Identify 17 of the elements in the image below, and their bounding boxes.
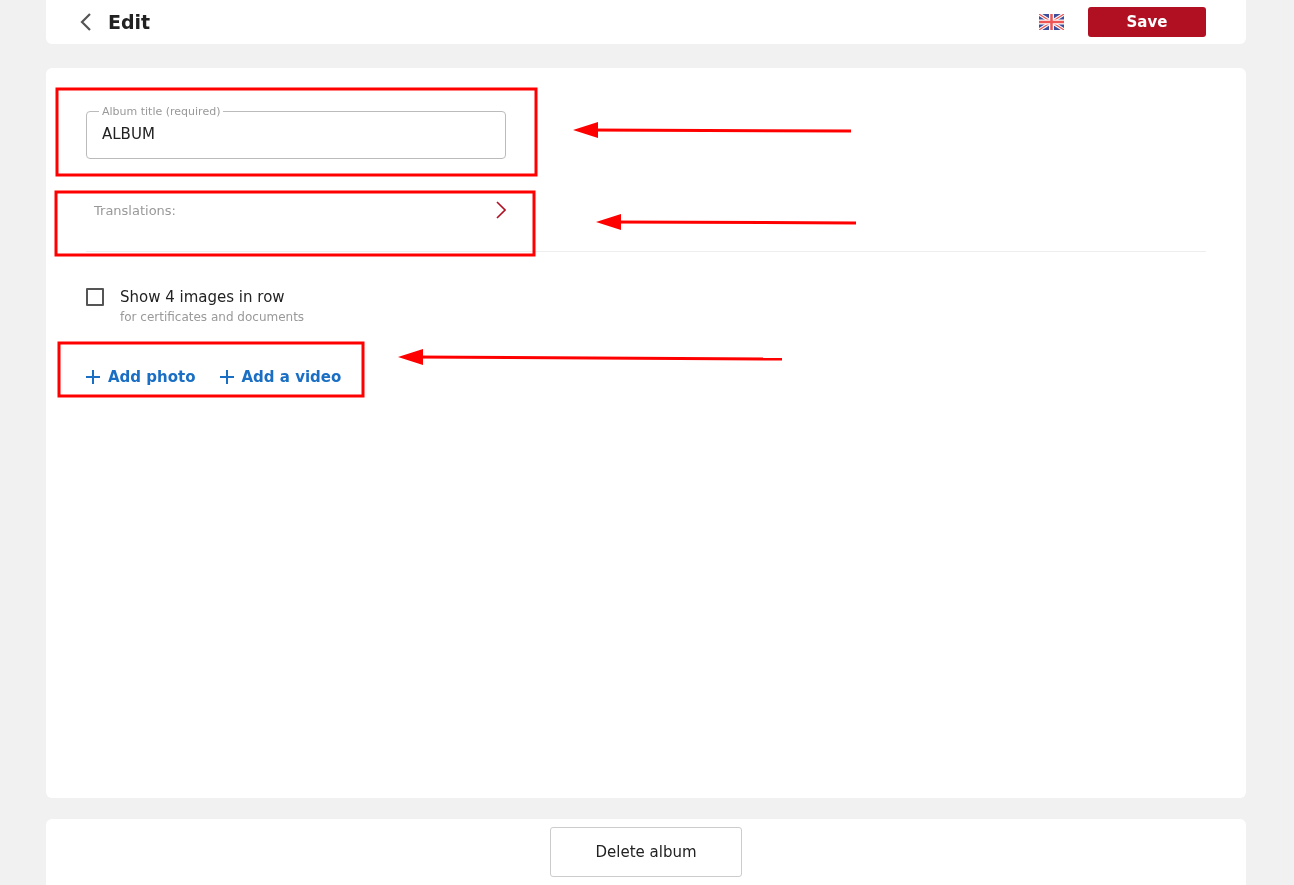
add-link[interactable]: Add a video — [219, 366, 342, 389]
checkbox[interactable] — [86, 287, 104, 306]
back-icon[interactable] — [80, 12, 92, 32]
album-title-field[interactable]: Album title (required) ALBUM — [86, 106, 506, 159]
flag-icon[interactable] — [1039, 14, 1064, 30]
chevron-right-icon[interactable] — [496, 200, 506, 219]
field-label: Album title (required) — [101, 106, 222, 117]
plus-icon — [219, 370, 234, 385]
save-button[interactable]: Save — [1088, 7, 1206, 37]
page-title: Edit — [108, 10, 151, 34]
plus-icon — [86, 370, 100, 385]
field-value: ALBUM — [102, 124, 156, 145]
checkbox-hint: for certificates and documents — [120, 309, 305, 326]
translations-label: Translations: — [94, 201, 176, 220]
delete-button[interactable]: Delete album — [550, 827, 742, 877]
checkbox-label: Show 4 images in row — [120, 286, 286, 308]
add-link[interactable]: Add photo — [86, 366, 196, 389]
